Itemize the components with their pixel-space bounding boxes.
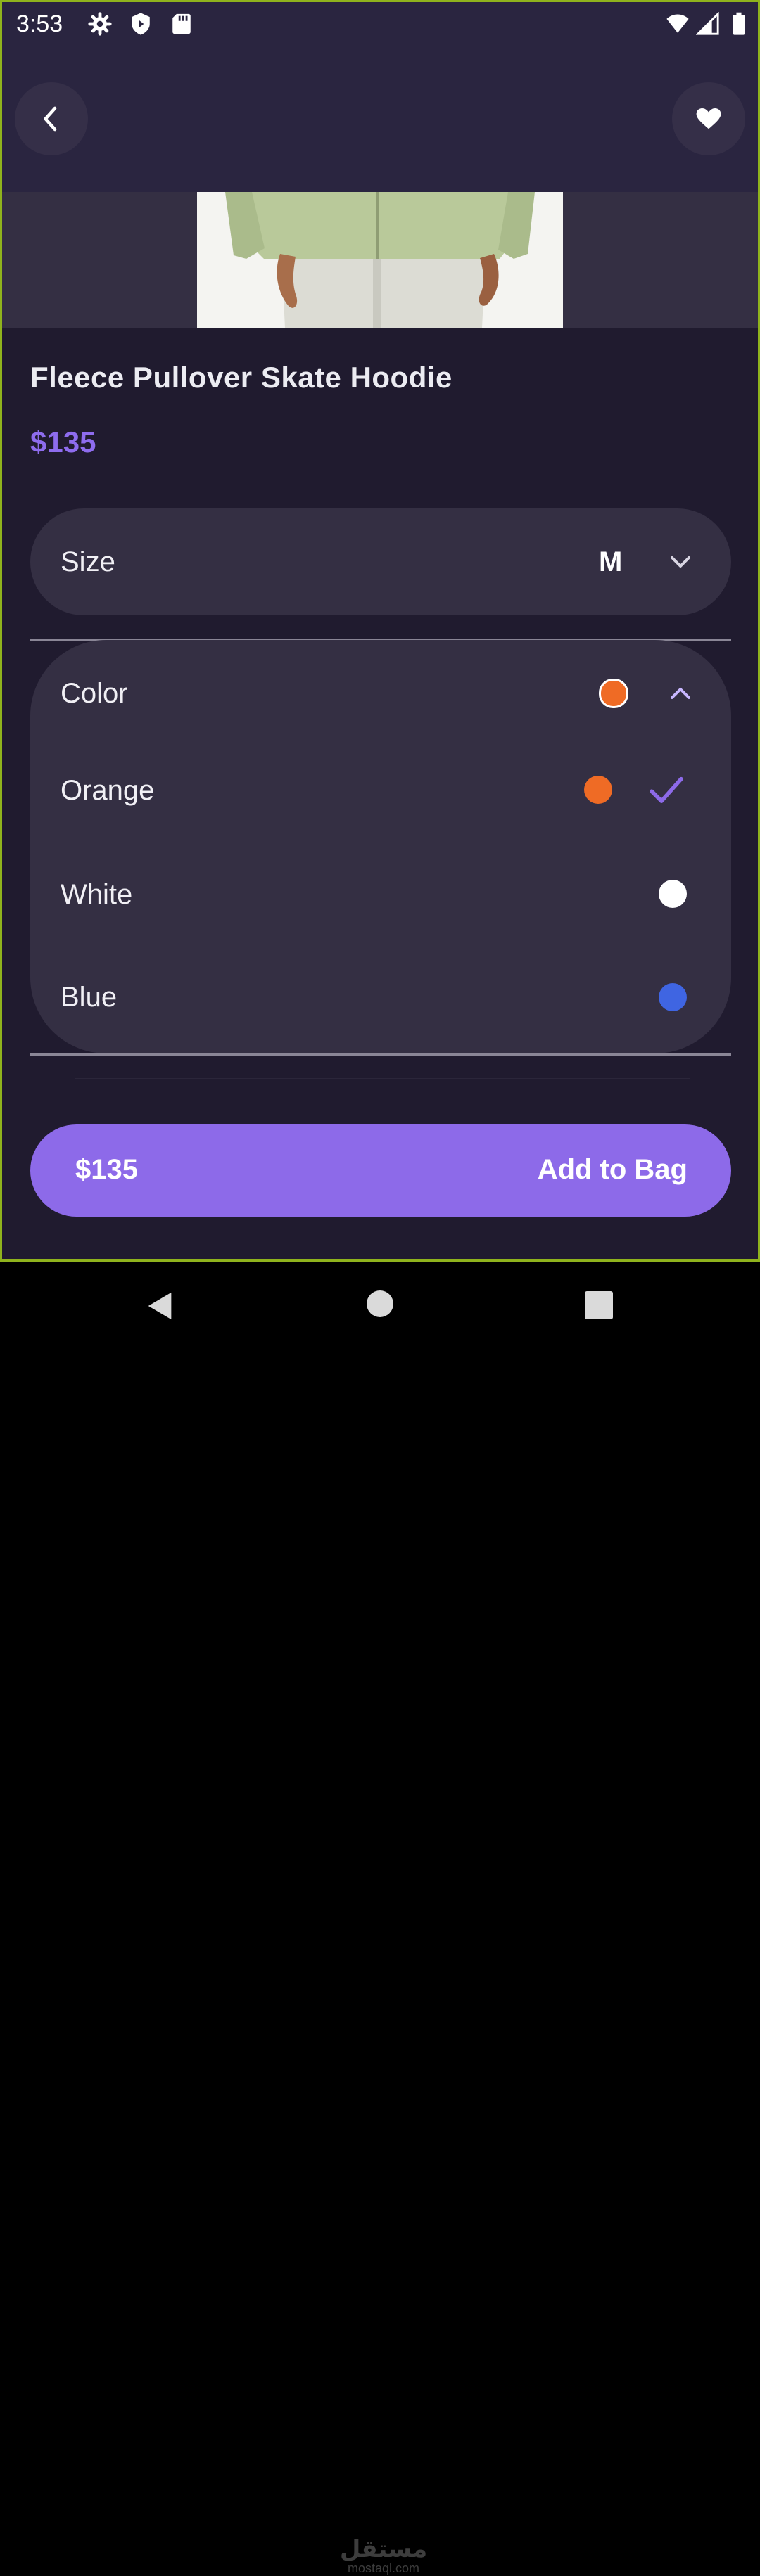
bag-price: $135 bbox=[75, 1154, 138, 1185]
divider bbox=[75, 1078, 690, 1079]
watermark-arabic: مستقل bbox=[339, 2536, 428, 2563]
product-title: Fleece Pullover Skate Hoodie bbox=[30, 361, 452, 394]
color-swatch bbox=[659, 880, 687, 908]
shield-icon bbox=[132, 13, 150, 35]
size-value: M bbox=[599, 546, 623, 577]
status-bar: 3:53 bbox=[2, 2, 758, 46]
top-area: 3:53 bbox=[2, 2, 758, 192]
selected-color-swatch bbox=[599, 679, 628, 708]
product-image-band bbox=[2, 192, 758, 328]
color-header[interactable]: Color bbox=[30, 640, 731, 738]
color-option-blue[interactable]: Blue bbox=[30, 944, 731, 1046]
chevron-left-icon bbox=[44, 106, 57, 132]
chevron-down-icon bbox=[671, 556, 690, 568]
back-button[interactable] bbox=[15, 82, 88, 155]
product-price: $135 bbox=[30, 425, 96, 459]
size-selector[interactable]: Size M bbox=[30, 508, 731, 615]
sd-card-icon bbox=[172, 13, 191, 34]
heart-icon bbox=[696, 108, 721, 129]
color-swatch bbox=[659, 983, 687, 1011]
signal-icon bbox=[696, 12, 719, 35]
watermark-latin: mostaql.com bbox=[347, 2561, 420, 2575]
nav-recents-icon[interactable] bbox=[585, 1291, 613, 1319]
status-time: 3:53 bbox=[16, 11, 63, 37]
battery-icon bbox=[733, 12, 745, 35]
nav-home-icon[interactable] bbox=[367, 1290, 393, 1317]
color-option-label: Orange bbox=[61, 775, 155, 806]
color-option-white[interactable]: White bbox=[30, 841, 731, 944]
color-option-label: White bbox=[61, 879, 133, 910]
divider bbox=[30, 1053, 731, 1056]
color-option-orange[interactable]: Orange bbox=[30, 738, 731, 841]
product-image bbox=[197, 192, 563, 328]
watermark: مستقل mostaql.com bbox=[331, 2537, 436, 2576]
color-swatch bbox=[584, 776, 612, 804]
system-navigation-bar: مستقل mostaql.com bbox=[0, 1262, 760, 2575]
color-selector-panel: Color Orange White Blue bbox=[30, 640, 731, 1053]
chevron-up-icon bbox=[671, 688, 690, 699]
color-label: Color bbox=[61, 678, 128, 709]
wifi-icon bbox=[666, 14, 689, 33]
color-option-label: Blue bbox=[61, 982, 118, 1013]
check-icon bbox=[650, 776, 683, 803]
size-label: Size bbox=[61, 546, 115, 577]
screen: 3:53 Fleece Pullover Skate Hoodie $135 S… bbox=[0, 0, 760, 1262]
add-to-bag-button[interactable]: $135 Add to Bag bbox=[30, 1124, 731, 1217]
add-to-bag-label: Add to Bag bbox=[537, 1154, 688, 1185]
settings-icon bbox=[88, 12, 112, 36]
nav-back-icon[interactable] bbox=[144, 1290, 177, 1322]
favorite-button[interactable] bbox=[672, 82, 745, 155]
